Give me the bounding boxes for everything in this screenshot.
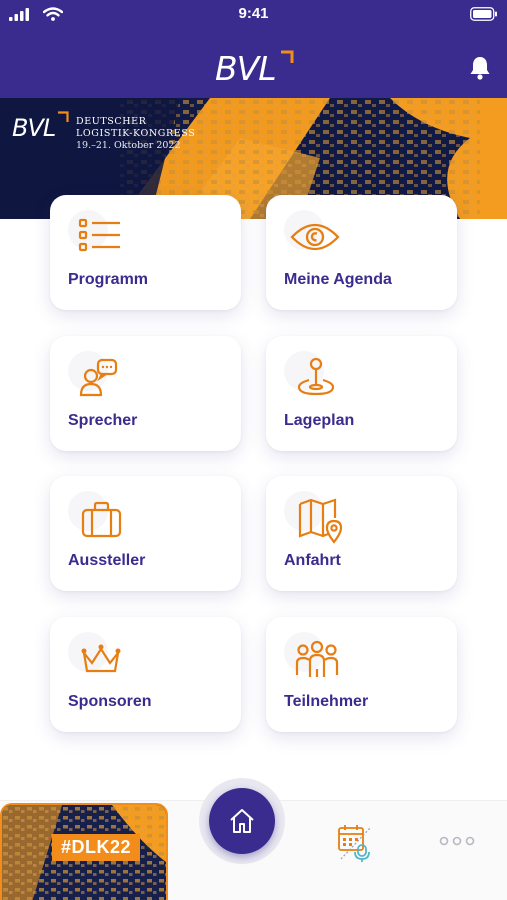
speaker-icon <box>79 358 118 397</box>
banner-logo: BVL <box>12 114 56 142</box>
tile-label: Meine Agenda <box>284 271 392 288</box>
logo-text: BVL <box>215 49 277 88</box>
home-icon <box>230 809 254 833</box>
tile-sprecher[interactable]: Sprecher <box>50 336 241 451</box>
banner-logo-corner <box>58 111 69 122</box>
status-time: 9:41 <box>238 5 269 22</box>
tile-programm[interactable]: Programm <box>50 195 241 310</box>
list-icon <box>78 218 120 252</box>
tile-aussteller[interactable]: Aussteller <box>50 476 241 591</box>
more-dots-icon[interactable] <box>439 836 475 846</box>
hashtag-label: #DLK22 <box>52 834 141 861</box>
tile-label: Sponsoren <box>68 693 152 710</box>
people-icon <box>295 640 339 677</box>
tile-label: Programm <box>68 271 149 288</box>
tile-label: Teilnehmer <box>284 693 369 710</box>
tile-sponsoren[interactable]: Sponsoren <box>50 617 241 732</box>
hashtag-card[interactable]: #DLK22 <box>0 803 168 900</box>
map-icon <box>298 498 343 544</box>
map-pin-icon <box>297 357 335 396</box>
crown-icon <box>81 644 121 673</box>
briefcase-icon <box>81 501 122 538</box>
calendar-podcast-icon[interactable] <box>337 823 375 863</box>
tile-label: Lageplan <box>284 412 355 429</box>
bvl-logo: BVL <box>215 50 295 90</box>
banner-line-2: Logistik-Kongress <box>76 128 196 139</box>
tile-label: Anfahrt <box>284 552 341 569</box>
status-bar: 9:41 <box>0 0 507 30</box>
tile-label: Sprecher <box>68 412 138 429</box>
logo-corner-mark <box>281 50 294 63</box>
banner-date: 19.–21. Oktober 2022 <box>76 140 181 151</box>
tile-lageplan[interactable]: Lageplan <box>266 336 457 451</box>
eye-icon <box>290 223 340 251</box>
tile-meine-agenda[interactable]: Meine Agenda <box>266 195 457 310</box>
home-button[interactable] <box>209 788 275 854</box>
tile-anfahrt[interactable]: Anfahrt <box>266 476 457 591</box>
app-header: 9:41 BVL <box>0 0 507 98</box>
banner-congress-title: Deutscher Logistik-Kongress 19.–21. Okto… <box>76 116 195 152</box>
banner-line-1: Deutscher <box>76 116 147 127</box>
tile-label: Aussteller <box>68 552 146 569</box>
bell-icon[interactable] <box>468 55 492 81</box>
battery-icon <box>470 7 497 21</box>
tile-teilnehmer[interactable]: Teilnehmer <box>266 617 457 732</box>
